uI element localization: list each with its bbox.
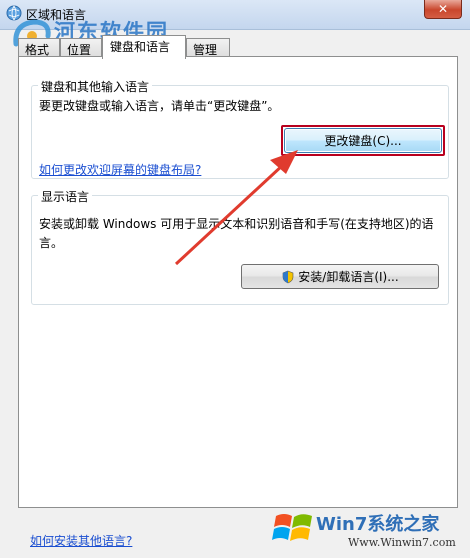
- tab-administrative[interactable]: 管理: [186, 38, 230, 58]
- uac-shield-icon: [282, 270, 294, 283]
- display-language-title: 显示语言: [38, 188, 93, 205]
- install-uninstall-languages-label: 安装/卸载语言(I)...: [298, 270, 399, 284]
- window-title: 区域和语言: [26, 8, 87, 22]
- win7-logo-url: Www.Winwin7.com: [348, 536, 456, 549]
- close-button[interactable]: ✕: [424, 0, 462, 19]
- tab-location[interactable]: 位置: [60, 38, 102, 58]
- windows-flag-icon: [272, 514, 312, 541]
- keyboard-description: 要更改键盘或输入语言，请单击“更改键盘”。: [39, 99, 280, 113]
- globe-icon: [6, 5, 22, 21]
- welcome-keyboard-layout-link[interactable]: 如何更改欢迎屏幕的键盘布局?: [39, 161, 201, 178]
- keyboard-group-title: 键盘和其他输入语言: [38, 78, 153, 95]
- install-other-languages-link[interactable]: 如何安装其他语言?: [30, 532, 132, 549]
- tab-format[interactable]: 格式: [18, 38, 60, 58]
- display-language-description-line2: 言。: [39, 236, 64, 250]
- win7-logo-text: Win7系统之家: [316, 514, 440, 535]
- tab-panel: 键盘和其他输入语言 要更改键盘或输入语言，请单击“更改键盘”。 更改键盘(C).…: [18, 56, 458, 508]
- tab-strip: 格式 位置 键盘和语言 管理: [18, 35, 458, 59]
- win7-watermark: Win7系统之家 Www.Winwin7.com: [268, 500, 468, 558]
- display-language-description-line1: 安装或卸载 Windows 可用于显示文本和识别语音和手写(在支持地区)的语: [39, 217, 434, 231]
- change-keyboards-button[interactable]: 更改键盘(C)...: [284, 128, 442, 153]
- title-bar: 区域和语言 ✕: [0, 0, 470, 30]
- tab-keyboards-languages[interactable]: 键盘和语言: [102, 35, 186, 59]
- install-uninstall-languages-button[interactable]: 安装/卸载语言(I)...: [241, 264, 439, 289]
